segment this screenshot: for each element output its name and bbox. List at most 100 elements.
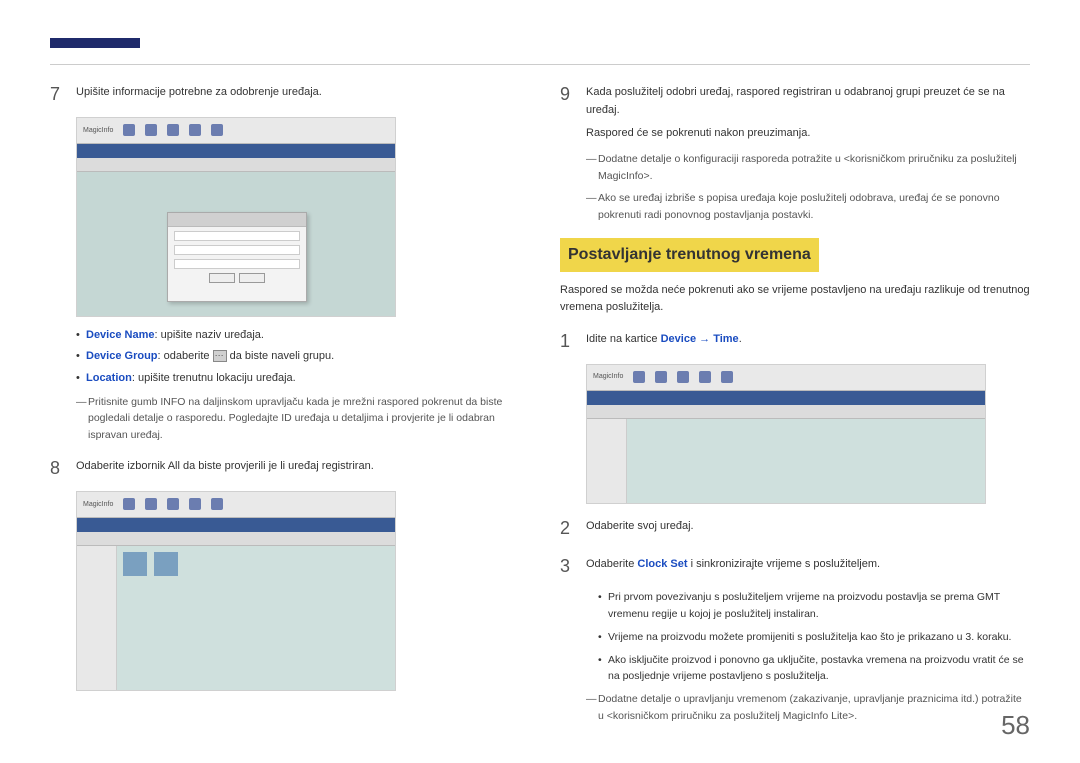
- clock-set-label: Clock Set: [637, 558, 687, 570]
- text: i sinkronizirajte vrijeme s poslužitelje…: [688, 558, 881, 570]
- toolbar-icon: [211, 124, 223, 136]
- screenshot-body: [77, 546, 395, 690]
- toolbar-icon: [145, 124, 157, 136]
- screenshot-tabs: [587, 405, 985, 419]
- toolbar-icon: [699, 371, 711, 383]
- step-number: 8: [50, 454, 64, 483]
- step-number: 9: [560, 80, 574, 143]
- screenshot-sidebar: [77, 546, 117, 690]
- step-number: 3: [560, 552, 574, 581]
- step-text: Odaberite izbornik All da biste provjeri…: [76, 454, 520, 483]
- toolbar-icon: [123, 124, 135, 136]
- step-9: 9 Kada poslužitelj odobri uređaj, raspor…: [560, 80, 1030, 143]
- step-number: 2: [560, 514, 574, 543]
- left-column: 7 Upišite informacije potrebne za odobre…: [50, 40, 520, 733]
- step-number: 1: [560, 327, 574, 356]
- step-3: 3 Odaberite Clock Set i sinkronizirajte …: [560, 552, 1030, 581]
- toolbar-icon: [167, 124, 179, 136]
- toolbar-icon: [655, 371, 667, 383]
- step-8: 8 Odaberite izbornik All da biste provje…: [50, 454, 520, 483]
- dialog-header: [168, 213, 306, 227]
- label: Location: [86, 372, 132, 384]
- toolbar-icon: [677, 371, 689, 383]
- screenshot-body: [587, 419, 985, 503]
- app-logo: MagicInfo: [83, 125, 113, 136]
- screenshot-toolbar: MagicInfo: [77, 492, 395, 518]
- section-intro: Raspored se možda neće pokrenuti ako se …: [560, 282, 1030, 317]
- toolbar-icon: [167, 498, 179, 510]
- toolbar-icon: [189, 498, 201, 510]
- screenshot-main: [627, 419, 985, 503]
- text: .: [739, 333, 742, 345]
- device-thumb: [154, 552, 178, 576]
- info-note: Pritisnite gumb INFO na daljinskom uprav…: [76, 394, 520, 444]
- dialog-buttons: [168, 273, 306, 283]
- text: : upišite trenutnu lokaciju uređaja.: [132, 372, 296, 384]
- time-tab-label: Time: [713, 333, 738, 345]
- sub-bullet: Ako isključite proizvod i ponovno ga ukl…: [598, 652, 1030, 686]
- dialog-cancel-button: [239, 273, 265, 283]
- screenshot-approve-device: MagicInfo: [76, 117, 396, 317]
- time-sub-bullets: Pri prvom povezivanju s poslužiteljem vr…: [598, 589, 1030, 685]
- step-text: Idite na kartice Device → Time.: [586, 327, 1030, 356]
- screenshot-sidebar: [587, 419, 627, 503]
- bullet-location: Location: upišite trenutnu lokaciju uređ…: [76, 370, 520, 388]
- label: Device Group: [86, 350, 158, 362]
- device-tab-label: Device: [661, 333, 696, 345]
- step-1: 1 Idite na kartice Device → Time.: [560, 327, 1030, 356]
- line: Kada poslužitelj odobri uređaj, raspored…: [586, 84, 1030, 119]
- config-note: Dodatne detalje o konfiguraciji raspored…: [586, 151, 1030, 185]
- dialog-ok-button: [209, 273, 235, 283]
- dialog-field: [174, 231, 300, 241]
- text: : odaberite: [158, 350, 213, 362]
- approve-dialog: [167, 212, 307, 302]
- step-text: Odaberite Clock Set i sinkronizirajte vr…: [586, 552, 1030, 581]
- toolbar-icon: [721, 371, 733, 383]
- bullet-device-group: Device Group: odaberite da biste naveli …: [76, 348, 520, 366]
- toolbar-icon: [211, 498, 223, 510]
- text: : upišite naziv uređaja.: [155, 329, 264, 341]
- screenshot-toolbar: MagicInfo: [587, 365, 985, 391]
- toolbar-icon: [633, 371, 645, 383]
- screenshot-body: [77, 172, 395, 316]
- section-heading: Postavljanje trenutnog vremena: [560, 238, 819, 272]
- page-number: 58: [1001, 710, 1030, 741]
- field-descriptions: Device Name: upišite naziv uređaja. Devi…: [76, 327, 520, 388]
- app-logo: MagicInfo: [83, 499, 113, 510]
- screenshot-subbar: [77, 144, 395, 158]
- screenshot-subbar: [587, 391, 985, 405]
- ellipsis-icon: [213, 350, 227, 362]
- step-7: 7 Upišite informacije potrebne za odobre…: [50, 80, 520, 109]
- bullet-device-name: Device Name: upišite naziv uređaja.: [76, 327, 520, 345]
- dialog-field: [174, 245, 300, 255]
- sub-bullet: Pri prvom povezivanju s poslužiteljem vr…: [598, 589, 1030, 623]
- toolbar-icon: [123, 498, 135, 510]
- screenshot-device-time: MagicInfo: [586, 364, 986, 504]
- screenshot-subbar: [77, 518, 395, 532]
- step-2: 2 Odaberite svoj uređaj.: [560, 514, 1030, 543]
- line: Raspored će se pokrenuti nakon preuziman…: [586, 125, 1030, 143]
- toolbar-icon: [189, 124, 201, 136]
- text: Idite na kartice: [586, 333, 661, 345]
- arrow-icon: →: [696, 333, 713, 345]
- toolbar-icon: [145, 498, 157, 510]
- step-text: Kada poslužitelj odobri uređaj, raspored…: [586, 80, 1030, 143]
- right-column: 9 Kada poslužitelj odobri uređaj, raspor…: [560, 40, 1030, 733]
- screenshot-tabs: [77, 158, 395, 172]
- step-text: Odaberite svoj uređaj.: [586, 514, 1030, 543]
- time-manage-note: Dodatne detalje o upravljanju vremenom (…: [586, 691, 1030, 725]
- label: Device Name: [86, 329, 155, 341]
- delete-note: Ako se uređaj izbriše s popisa uređaja k…: [586, 190, 1030, 224]
- header-accent-bar: [50, 38, 140, 48]
- screenshot-main: [117, 546, 395, 690]
- screenshot-all-menu: MagicInfo: [76, 491, 396, 691]
- text: Odaberite: [586, 558, 637, 570]
- header-divider: [50, 64, 1030, 65]
- step-text: Upišite informacije potrebne za odobrenj…: [76, 80, 520, 109]
- text: da biste naveli grupu.: [227, 350, 335, 362]
- dialog-field: [174, 259, 300, 269]
- page-content: 7 Upišite informacije potrebne za odobre…: [0, 0, 1080, 763]
- screenshot-toolbar: MagicInfo: [77, 118, 395, 144]
- sub-bullet: Vrijeme na proizvodu možete promijeniti …: [598, 629, 1030, 646]
- screenshot-tabs: [77, 532, 395, 546]
